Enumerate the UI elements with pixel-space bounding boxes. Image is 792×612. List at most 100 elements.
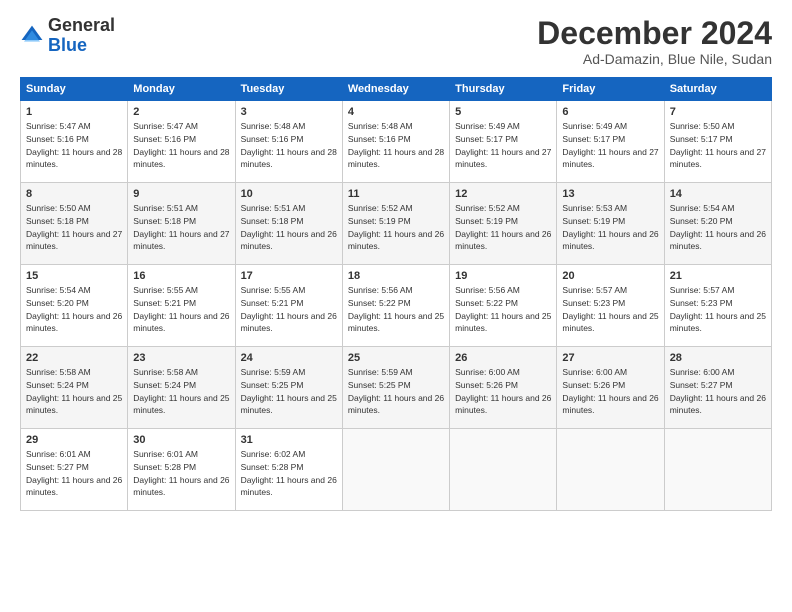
table-row: 20 Sunrise: 5:57 AMSunset: 5:23 PMDaylig…: [557, 265, 664, 347]
table-row: 14 Sunrise: 5:54 AMSunset: 5:20 PMDaylig…: [664, 183, 771, 265]
day-info: Sunrise: 5:50 AMSunset: 5:17 PMDaylight:…: [670, 121, 766, 169]
table-row: 29 Sunrise: 6:01 AMSunset: 5:27 PMDaylig…: [21, 429, 128, 511]
table-row: 21 Sunrise: 5:57 AMSunset: 5:23 PMDaylig…: [664, 265, 771, 347]
day-number: 11: [348, 187, 444, 202]
calendar-week-1: 1 Sunrise: 5:47 AMSunset: 5:16 PMDayligh…: [21, 101, 772, 183]
table-row: 4 Sunrise: 5:48 AMSunset: 5:16 PMDayligh…: [342, 101, 449, 183]
day-info: Sunrise: 5:55 AMSunset: 5:21 PMDaylight:…: [241, 285, 337, 333]
day-number: 25: [348, 351, 444, 366]
table-row: 19 Sunrise: 5:56 AMSunset: 5:22 PMDaylig…: [450, 265, 557, 347]
table-row: 25 Sunrise: 5:59 AMSunset: 5:25 PMDaylig…: [342, 347, 449, 429]
day-info: Sunrise: 5:47 AMSunset: 5:16 PMDaylight:…: [26, 121, 122, 169]
table-row: 15 Sunrise: 5:54 AMSunset: 5:20 PMDaylig…: [21, 265, 128, 347]
day-info: Sunrise: 5:58 AMSunset: 5:24 PMDaylight:…: [26, 367, 122, 415]
day-number: 30: [133, 433, 229, 448]
day-number: 15: [26, 269, 122, 284]
day-info: Sunrise: 5:50 AMSunset: 5:18 PMDaylight:…: [26, 203, 122, 251]
day-info: Sunrise: 5:48 AMSunset: 5:16 PMDaylight:…: [241, 121, 337, 169]
table-row: [342, 429, 449, 511]
table-row: 10 Sunrise: 5:51 AMSunset: 5:18 PMDaylig…: [235, 183, 342, 265]
day-number: 21: [670, 269, 766, 284]
day-info: Sunrise: 6:02 AMSunset: 5:28 PMDaylight:…: [241, 449, 337, 497]
day-info: Sunrise: 5:56 AMSunset: 5:22 PMDaylight:…: [455, 285, 551, 333]
day-info: Sunrise: 5:52 AMSunset: 5:19 PMDaylight:…: [348, 203, 444, 251]
table-row: 13 Sunrise: 5:53 AMSunset: 5:19 PMDaylig…: [557, 183, 664, 265]
day-number: 24: [241, 351, 337, 366]
day-number: 20: [562, 269, 658, 284]
logo-text: General Blue: [48, 16, 115, 56]
day-number: 14: [670, 187, 766, 202]
col-friday: Friday: [557, 78, 664, 101]
day-info: Sunrise: 5:49 AMSunset: 5:17 PMDaylight:…: [562, 121, 658, 169]
calendar-week-3: 15 Sunrise: 5:54 AMSunset: 5:20 PMDaylig…: [21, 265, 772, 347]
day-info: Sunrise: 5:57 AMSunset: 5:23 PMDaylight:…: [562, 285, 658, 333]
day-info: Sunrise: 5:51 AMSunset: 5:18 PMDaylight:…: [241, 203, 337, 251]
table-row: 23 Sunrise: 5:58 AMSunset: 5:24 PMDaylig…: [128, 347, 235, 429]
col-saturday: Saturday: [664, 78, 771, 101]
table-row: 11 Sunrise: 5:52 AMSunset: 5:19 PMDaylig…: [342, 183, 449, 265]
table-row: 16 Sunrise: 5:55 AMSunset: 5:21 PMDaylig…: [128, 265, 235, 347]
table-row: 26 Sunrise: 6:00 AMSunset: 5:26 PMDaylig…: [450, 347, 557, 429]
table-row: 17 Sunrise: 5:55 AMSunset: 5:21 PMDaylig…: [235, 265, 342, 347]
calendar-header-row: Sunday Monday Tuesday Wednesday Thursday…: [21, 78, 772, 101]
day-number: 31: [241, 433, 337, 448]
table-row: 18 Sunrise: 5:56 AMSunset: 5:22 PMDaylig…: [342, 265, 449, 347]
day-number: 12: [455, 187, 551, 202]
table-row: 5 Sunrise: 5:49 AMSunset: 5:17 PMDayligh…: [450, 101, 557, 183]
col-wednesday: Wednesday: [342, 78, 449, 101]
table-row: 24 Sunrise: 5:59 AMSunset: 5:25 PMDaylig…: [235, 347, 342, 429]
day-number: 3: [241, 105, 337, 120]
day-info: Sunrise: 6:01 AMSunset: 5:28 PMDaylight:…: [133, 449, 229, 497]
table-row: 22 Sunrise: 5:58 AMSunset: 5:24 PMDaylig…: [21, 347, 128, 429]
day-number: 28: [670, 351, 766, 366]
table-row: 1 Sunrise: 5:47 AMSunset: 5:16 PMDayligh…: [21, 101, 128, 183]
day-info: Sunrise: 6:01 AMSunset: 5:27 PMDaylight:…: [26, 449, 122, 497]
day-info: Sunrise: 5:57 AMSunset: 5:23 PMDaylight:…: [670, 285, 766, 333]
calendar-week-2: 8 Sunrise: 5:50 AMSunset: 5:18 PMDayligh…: [21, 183, 772, 265]
day-number: 26: [455, 351, 551, 366]
day-info: Sunrise: 5:52 AMSunset: 5:19 PMDaylight:…: [455, 203, 551, 251]
day-number: 19: [455, 269, 551, 284]
day-number: 22: [26, 351, 122, 366]
day-info: Sunrise: 5:53 AMSunset: 5:19 PMDaylight:…: [562, 203, 658, 251]
day-info: Sunrise: 5:47 AMSunset: 5:16 PMDaylight:…: [133, 121, 229, 169]
logo-general: General: [48, 15, 115, 35]
day-info: Sunrise: 5:59 AMSunset: 5:25 PMDaylight:…: [348, 367, 444, 415]
calendar-week-4: 22 Sunrise: 5:58 AMSunset: 5:24 PMDaylig…: [21, 347, 772, 429]
day-number: 9: [133, 187, 229, 202]
logo-icon: [20, 24, 44, 48]
day-number: 8: [26, 187, 122, 202]
day-number: 5: [455, 105, 551, 120]
table-row: 28 Sunrise: 6:00 AMSunset: 5:27 PMDaylig…: [664, 347, 771, 429]
day-info: Sunrise: 5:49 AMSunset: 5:17 PMDaylight:…: [455, 121, 551, 169]
day-info: Sunrise: 6:00 AMSunset: 5:27 PMDaylight:…: [670, 367, 766, 415]
calendar-table: Sunday Monday Tuesday Wednesday Thursday…: [20, 77, 772, 511]
day-info: Sunrise: 5:55 AMSunset: 5:21 PMDaylight:…: [133, 285, 229, 333]
table-row: 2 Sunrise: 5:47 AMSunset: 5:16 PMDayligh…: [128, 101, 235, 183]
day-info: Sunrise: 5:54 AMSunset: 5:20 PMDaylight:…: [670, 203, 766, 251]
table-row: 31 Sunrise: 6:02 AMSunset: 5:28 PMDaylig…: [235, 429, 342, 511]
day-number: 29: [26, 433, 122, 448]
day-info: Sunrise: 6:00 AMSunset: 5:26 PMDaylight:…: [455, 367, 551, 415]
day-number: 27: [562, 351, 658, 366]
day-info: Sunrise: 5:51 AMSunset: 5:18 PMDaylight:…: [133, 203, 229, 251]
day-info: Sunrise: 6:00 AMSunset: 5:26 PMDaylight:…: [562, 367, 658, 415]
table-row: 12 Sunrise: 5:52 AMSunset: 5:19 PMDaylig…: [450, 183, 557, 265]
logo: General Blue: [20, 16, 115, 56]
day-number: 13: [562, 187, 658, 202]
day-info: Sunrise: 5:58 AMSunset: 5:24 PMDaylight:…: [133, 367, 229, 415]
day-number: 4: [348, 105, 444, 120]
table-row: [450, 429, 557, 511]
day-number: 7: [670, 105, 766, 120]
col-monday: Monday: [128, 78, 235, 101]
table-row: [557, 429, 664, 511]
day-number: 2: [133, 105, 229, 120]
day-info: Sunrise: 5:48 AMSunset: 5:16 PMDaylight:…: [348, 121, 444, 169]
month-title: December 2024: [537, 16, 772, 51]
table-row: 9 Sunrise: 5:51 AMSunset: 5:18 PMDayligh…: [128, 183, 235, 265]
table-row: 6 Sunrise: 5:49 AMSunset: 5:17 PMDayligh…: [557, 101, 664, 183]
table-row: 7 Sunrise: 5:50 AMSunset: 5:17 PMDayligh…: [664, 101, 771, 183]
day-info: Sunrise: 5:56 AMSunset: 5:22 PMDaylight:…: [348, 285, 444, 333]
header: General Blue December 2024 Ad-Damazin, B…: [20, 16, 772, 67]
day-number: 18: [348, 269, 444, 284]
